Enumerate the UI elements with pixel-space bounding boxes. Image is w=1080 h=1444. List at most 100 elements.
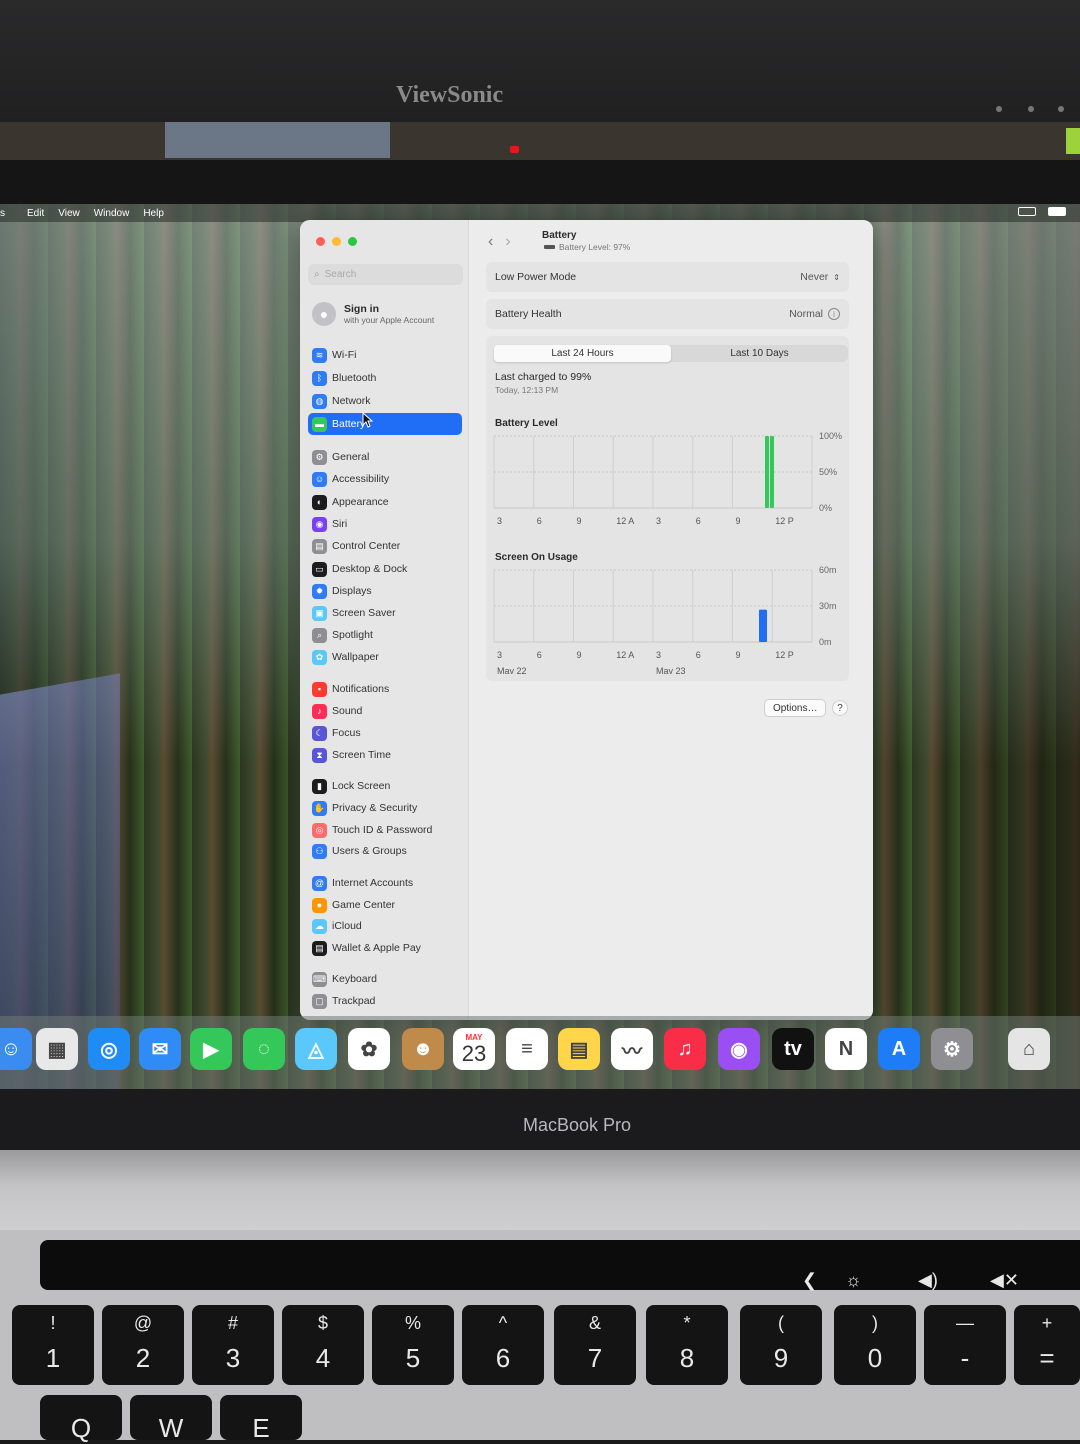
launchpad-icon[interactable]: ▦ <box>36 1028 78 1070</box>
battery-status-icon[interactable] <box>1048 207 1066 216</box>
sidebar-item-label: Bluetooth <box>332 372 377 384</box>
sidebar-item-keyboard[interactable]: ⌨ Keyboard <box>308 968 462 990</box>
sidebar-item-desktop-dock[interactable]: ▭ Desktop & Dock <box>308 558 462 580</box>
sidebar-item-network[interactable]: ◍ Network <box>308 390 462 412</box>
sidebar-item-lock-screen[interactable]: ▮ Lock Screen <box>308 775 462 797</box>
key-0[interactable]: ) 0 <box>834 1305 916 1385</box>
volume-icon[interactable]: ◀) <box>918 1270 938 1291</box>
music-icon[interactable]: ♫ <box>664 1028 706 1070</box>
sidebar-item-general[interactable]: ⚙ General <box>308 446 462 468</box>
sidebar-item-internet-accounts[interactable]: @ Internet Accounts <box>308 872 462 894</box>
sidebar-item-appearance[interactable]: ◐ Appearance <box>308 491 462 513</box>
avatar: ● <box>312 302 336 326</box>
key-1[interactable]: ! 1 <box>12 1305 94 1385</box>
monitor-button <box>1028 106 1034 112</box>
date-label: May 23 <box>656 666 686 674</box>
key-2[interactable]: @2 <box>102 1305 184 1385</box>
screen-mirroring-icon[interactable] <box>1018 207 1036 216</box>
sidebar-item-icloud[interactable]: ☁ iCloud <box>308 915 462 937</box>
notifications-icon: ▪ <box>312 681 327 697</box>
menu-app[interactable]: s <box>0 208 5 219</box>
menu-edit[interactable]: Edit <box>27 208 44 219</box>
notes-icon[interactable]: ▤ <box>558 1028 600 1070</box>
search-field[interactable]: ⌕ Search <box>308 264 463 285</box>
freeform-icon[interactable]: 〰 <box>611 1028 653 1070</box>
x-tick-label: 6 <box>696 516 701 526</box>
sidebar-item-accessibility[interactable]: ☺ Accessibility <box>308 468 462 490</box>
system-settings-icon[interactable]: ⚙ <box>931 1028 973 1070</box>
menu-help[interactable]: Help <box>143 208 164 219</box>
podcasts-icon[interactable]: ◉ <box>718 1028 760 1070</box>
tab-last-24-hours[interactable]: Last 24 Hours <box>494 345 671 362</box>
dock-icon: ▭ <box>312 561 327 577</box>
sidebar-item-control-center[interactable]: ▤ Control Center <box>308 535 462 557</box>
sidebar-item-wi-fi[interactable]: ≋ Wi-Fi <box>308 344 462 366</box>
news-icon[interactable]: N <box>825 1028 867 1070</box>
sidebar-item-wallet-apple-pay[interactable]: ▤ Wallet & Apple Pay <box>308 937 462 959</box>
zoom-button[interactable] <box>348 237 357 246</box>
key-7[interactable]: & 7 <box>554 1305 636 1385</box>
key-3[interactable]: #3 <box>192 1305 274 1385</box>
sidebar-item-game-center[interactable]: ● Game Center <box>308 894 462 916</box>
search-icon: ⌕ <box>314 269 320 280</box>
migration-assistant-icon[interactable]: ⌂ <box>1008 1028 1050 1070</box>
photos-icon[interactable]: ✿ <box>348 1028 390 1070</box>
key-5[interactable]: % 5 <box>372 1305 454 1385</box>
mute-icon[interactable]: ◀✕ <box>990 1270 1019 1291</box>
sidebar-item-sound[interactable]: ♪ Sound <box>308 700 462 722</box>
menu-view[interactable]: View <box>58 208 80 219</box>
low-power-select[interactable]: Never ⇕ <box>800 271 840 283</box>
sidebar-item-focus[interactable]: ☾ Focus <box>308 722 462 744</box>
sidebar-item-spotlight[interactable]: ⌕ Spotlight <box>308 624 462 646</box>
minimize-button[interactable] <box>332 237 341 246</box>
sidebar-item-touch-id-password[interactable]: ◎ Touch ID & Password <box>308 819 462 841</box>
sidebar-item-trackpad[interactable]: ▢ Trackpad <box>308 990 462 1012</box>
key--[interactable]: — - <box>924 1305 1006 1385</box>
low-power-label: Low Power Mode <box>495 271 577 283</box>
safari-icon[interactable]: ◎ <box>88 1028 130 1070</box>
sidebar-item-users-groups[interactable]: ⚇ Users & Groups <box>308 840 462 862</box>
key-8[interactable]: * 8 <box>646 1305 728 1385</box>
key-9[interactable]: (9 <box>740 1305 822 1385</box>
status-menus <box>1018 207 1066 216</box>
info-icon[interactable]: i <box>828 308 840 320</box>
sidebar-item-screen-time[interactable]: ⧗ Screen Time <box>308 744 462 766</box>
reminders-icon[interactable]: ≡ <box>506 1028 548 1070</box>
close-button[interactable] <box>316 237 325 246</box>
contacts-icon[interactable]: ☻ <box>402 1028 444 1070</box>
sidebar-item-displays[interactable]: ✹ Displays <box>308 580 462 602</box>
back-arrow-icon[interactable]: ‹ <box>488 233 493 251</box>
mail-icon[interactable]: ✉ <box>139 1028 181 1070</box>
facetime-icon[interactable]: ▶ <box>190 1028 232 1070</box>
calendar-icon[interactable]: MAY 23 <box>453 1028 495 1070</box>
finder-icon[interactable]: ☺ <box>0 1028 32 1070</box>
sidebar-item-screen-saver[interactable]: ▣ Screen Saver <box>308 602 462 624</box>
sidebar-item-siri[interactable]: ◉ Siri <box>308 513 462 535</box>
sidebar-item-wallpaper[interactable]: ✿ Wallpaper <box>308 646 462 668</box>
key-main-symbol: 1 <box>45 1343 61 1373</box>
key-4[interactable]: $4 <box>282 1305 364 1385</box>
sidebar-item-privacy-security[interactable]: ✋ Privacy & Security <box>308 797 462 819</box>
menu-window[interactable]: Window <box>94 208 130 219</box>
sidebar-item-bluetooth[interactable]: ᛒ Bluetooth <box>308 367 462 389</box>
options-button[interactable]: Options… <box>764 699 827 717</box>
tv-icon[interactable]: tv <box>772 1028 814 1070</box>
key-=[interactable]: + = <box>1014 1305 1080 1385</box>
sidebar-item-battery[interactable]: ▬ Battery <box>308 413 462 435</box>
key-e[interactable]: E <box>220 1395 302 1443</box>
forward-arrow-icon[interactable]: › <box>505 233 510 251</box>
app-store-icon[interactable]: A <box>878 1028 920 1070</box>
touchbar-collapse-icon[interactable]: ❮ <box>802 1270 817 1291</box>
messages-icon[interactable]: ◌ <box>243 1028 285 1070</box>
key-w[interactable]: W <box>130 1395 212 1443</box>
sidebar-item-label: Control Center <box>332 540 401 552</box>
apple-account-signin[interactable]: ● Sign in with your Apple Account <box>312 299 434 329</box>
key-6[interactable]: ^ 6 <box>462 1305 544 1385</box>
tab-last-10-days[interactable]: Last 10 Days <box>671 345 848 362</box>
help-button[interactable]: ? <box>832 700 848 716</box>
battery-level-chart: 100% 50% 0% 3 6 9 12 A 3 6 9 12 P <box>493 431 842 526</box>
brightness-icon[interactable]: ☼ <box>845 1270 862 1291</box>
maps-icon[interactable]: ◬ <box>295 1028 337 1070</box>
key-q[interactable]: Q <box>40 1395 122 1443</box>
sidebar-item-notifications[interactable]: ▪ Notifications <box>308 678 462 700</box>
